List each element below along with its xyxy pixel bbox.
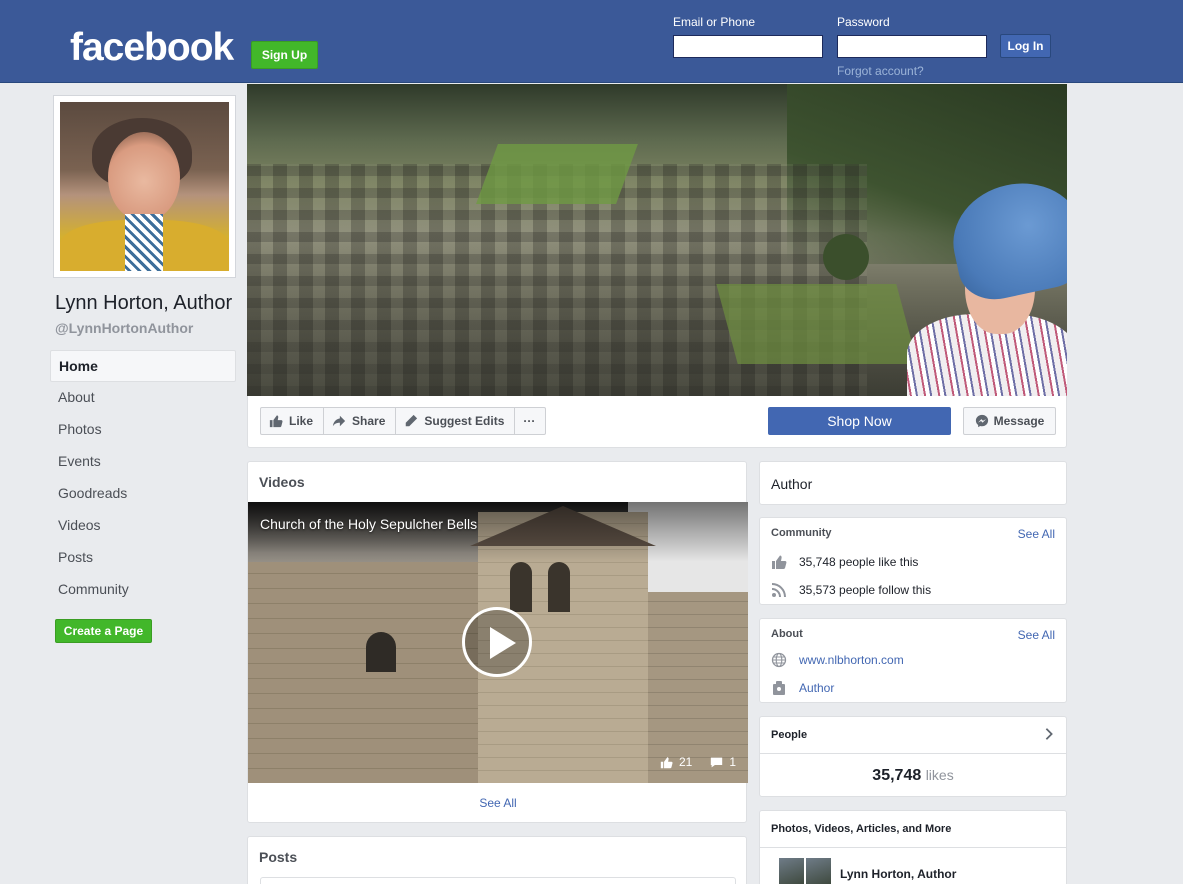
posts-card: Posts <box>247 836 747 884</box>
website-link[interactable]: www.nlbhorton.com <box>799 653 904 667</box>
people-likes-count: 35,748 likes <box>760 767 1066 785</box>
thumbs-up-icon <box>269 415 283 428</box>
people-count-unit: likes <box>925 767 954 783</box>
video-player[interactable]: Church of the Holy Sepulcher Bells 21 1 <box>248 502 748 783</box>
nav-item-photos[interactable]: Photos <box>50 414 236 446</box>
follows-text: 35,573 people follow this <box>799 583 932 597</box>
log-in-button[interactable]: Log In <box>1000 34 1051 58</box>
videos-see-all-link[interactable]: See All <box>248 796 748 810</box>
people-card: People 35,748 likes <box>759 716 1067 797</box>
community-see-all-link[interactable]: See All <box>1018 527 1055 541</box>
nav-item-community[interactable]: Community <box>50 574 236 606</box>
about-title[interactable]: About <box>771 628 803 640</box>
people-title[interactable]: People <box>771 729 807 741</box>
photos-page-name[interactable]: Lynn Horton, Author <box>840 867 956 881</box>
top-bar: facebook Sign Up Email or Phone Password… <box>0 0 1183 83</box>
suggest-edits-button[interactable]: Suggest Edits <box>396 408 516 434</box>
page-handle[interactable]: @LynnHortonAuthor <box>55 320 193 336</box>
share-label: Share <box>352 414 386 428</box>
message-label: Message <box>993 414 1045 428</box>
sign-up-button[interactable]: Sign Up <box>251 41 318 69</box>
thumbs-up-icon <box>660 756 673 768</box>
email-label: Email or Phone <box>673 15 756 29</box>
more-options-button[interactable]: ··· <box>515 408 545 434</box>
shop-now-button[interactable]: Shop Now <box>768 407 951 435</box>
nav-item-videos[interactable]: Videos <box>50 510 236 542</box>
page-action-bar: Like Share Suggest Edits ··· Shop Now Me… <box>247 396 1067 448</box>
password-label: Password <box>837 15 890 29</box>
email-input[interactable] <box>673 35 823 58</box>
about-see-all-link[interactable]: See All <box>1018 628 1055 642</box>
profile-picture[interactable] <box>53 95 236 278</box>
like-button[interactable]: Like <box>261 408 325 434</box>
nav-item-home[interactable]: Home <box>50 350 236 382</box>
facebook-logo[interactable]: facebook <box>70 26 234 70</box>
video-comment-count: 1 <box>729 755 736 769</box>
rss-icon <box>771 583 786 598</box>
thumbs-up-icon <box>772 555 787 569</box>
password-input[interactable] <box>837 35 987 58</box>
play-icon[interactable] <box>462 607 532 677</box>
likes-row: 35,748 people like this <box>771 554 918 570</box>
nav-item-about[interactable]: About <box>50 382 236 414</box>
forgot-account-link[interactable]: Forgot account? <box>837 64 924 78</box>
posts-title[interactable]: Posts <box>259 849 297 865</box>
category-link[interactable]: Author <box>799 681 834 695</box>
video-like-count: 21 <box>678 755 693 769</box>
globe-icon <box>771 652 787 668</box>
person-badge-icon <box>773 681 785 695</box>
message-button[interactable]: Message <box>963 407 1056 435</box>
more-dots-icon: ··· <box>523 414 536 428</box>
photos-videos-title[interactable]: Photos, Videos, Articles, and More <box>771 823 951 835</box>
community-title[interactable]: Community <box>771 527 832 539</box>
left-navigation: Home About Photos Events Goodreads Video… <box>50 350 236 606</box>
category-label[interactable]: Author <box>771 476 812 492</box>
page-thumbnails[interactable] <box>779 858 831 884</box>
nav-item-events[interactable]: Events <box>50 446 236 478</box>
share-button[interactable]: Share <box>324 408 397 434</box>
like-label: Like <box>289 414 314 428</box>
video-title[interactable]: Church of the Holy Sepulcher Bells <box>260 516 477 532</box>
category-card: Author <box>759 461 1067 505</box>
photos-videos-card: Photos, Videos, Articles, and More Lynn … <box>759 810 1067 884</box>
chevron-right-icon[interactable] <box>1042 727 1056 741</box>
pencil-icon <box>405 414 418 428</box>
video-stats: 21 1 <box>660 755 736 769</box>
comment-icon <box>711 757 723 767</box>
people-count-number: 35,748 <box>872 767 922 784</box>
suggest-edits-label: Suggest Edits <box>424 414 505 428</box>
messenger-icon <box>975 414 988 428</box>
about-card: About See All www.nlbhorton.com Author <box>759 618 1067 703</box>
website-row: www.nlbhorton.com <box>771 652 904 668</box>
category-row: Author <box>771 680 834 696</box>
likes-text: 35,748 people like this <box>799 555 919 569</box>
share-arrow-icon <box>332 415 346 427</box>
page-actions-group: Like Share Suggest Edits ··· <box>260 407 547 435</box>
post-item <box>260 877 736 884</box>
create-page-button[interactable]: Create a Page <box>55 619 152 643</box>
profile-photo <box>60 102 229 271</box>
nav-item-goodreads[interactable]: Goodreads <box>50 478 236 510</box>
cover-photo[interactable] <box>247 84 1067 396</box>
community-card: Community See All 35,748 people like thi… <box>759 517 1067 605</box>
videos-title[interactable]: Videos <box>259 474 305 490</box>
videos-card: Videos Church of the Holy Sepulcher Bell… <box>247 461 748 823</box>
follows-row: 35,573 people follow this <box>771 582 931 598</box>
page-title[interactable]: Lynn Horton, Author <box>55 292 232 315</box>
nav-item-posts[interactable]: Posts <box>50 542 236 574</box>
